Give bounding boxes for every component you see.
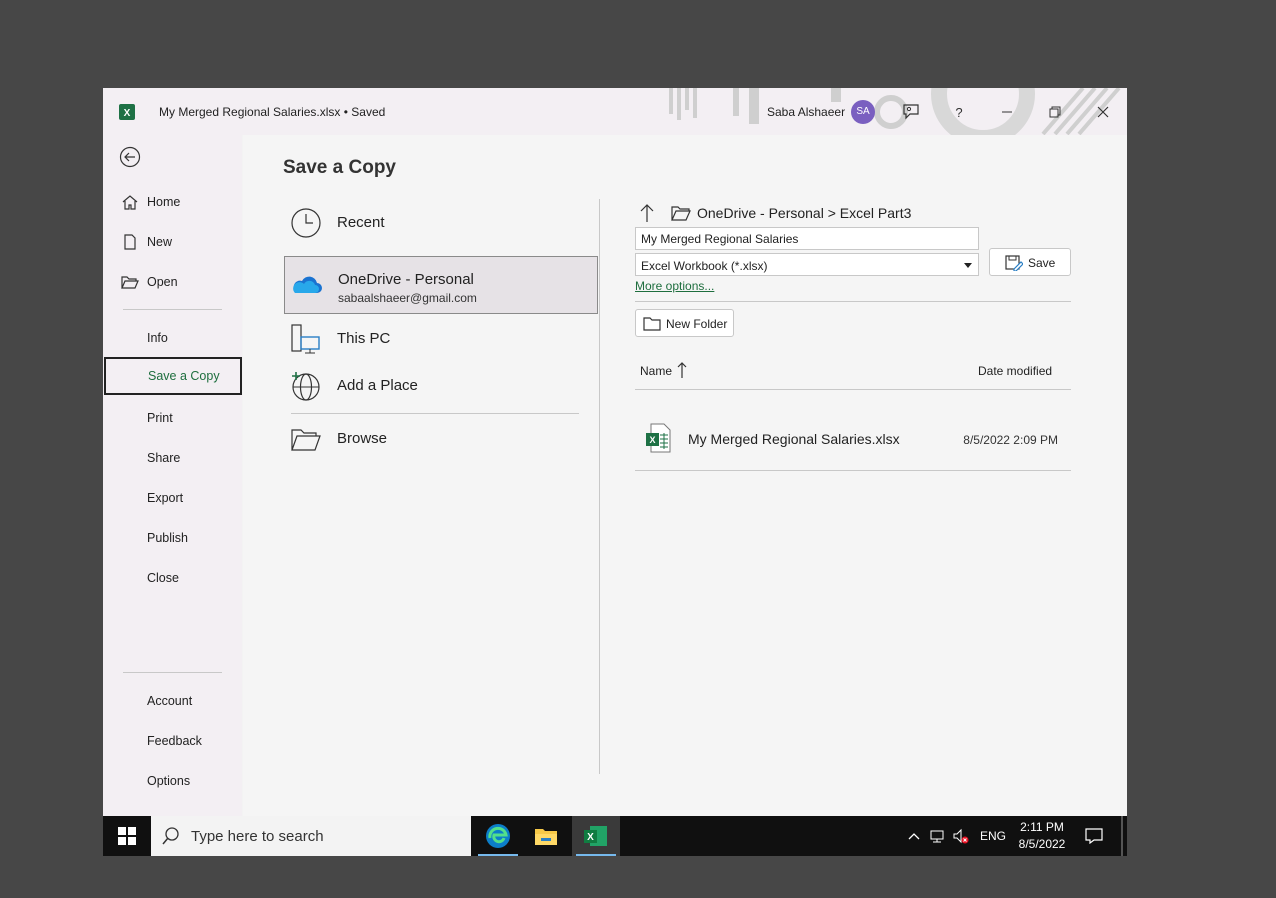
nav-publish[interactable]: Publish	[103, 519, 242, 557]
nav-home[interactable]: Home	[103, 183, 242, 221]
excel-app-icon: X	[584, 826, 607, 846]
taskbar-running-indicator	[478, 854, 518, 856]
start-button[interactable]	[103, 816, 151, 856]
browse-folder-icon	[291, 429, 321, 451]
file-explorer-icon	[535, 829, 557, 845]
nav-options[interactable]: Options	[103, 762, 242, 800]
taskbar-file-explorer[interactable]	[522, 816, 570, 856]
new-document-icon	[124, 234, 136, 250]
document-title: My Merged Regional Salaries.xlsx • Saved	[159, 105, 386, 119]
close-icon[interactable]	[1091, 100, 1115, 124]
folder-icon	[671, 206, 691, 221]
page-title: Save a Copy	[283, 157, 396, 178]
nav-divider	[123, 309, 222, 310]
nav-close[interactable]: Close	[103, 559, 242, 597]
pc-icon	[291, 324, 320, 354]
column-header-date-modified[interactable]: Date modified	[978, 364, 1052, 378]
more-options-link[interactable]: More options...	[635, 279, 714, 293]
clock-icon	[291, 208, 321, 238]
filetype-value: Excel Workbook (*.xlsx)	[641, 259, 768, 273]
onedrive-cloud-icon	[293, 276, 322, 293]
onedrive-account-email: sabaalshaeer@gmail.com	[338, 291, 477, 305]
up-arrow-icon[interactable]	[639, 203, 655, 223]
svg-text:X: X	[587, 832, 594, 843]
chevron-down-icon	[964, 263, 972, 268]
divider	[635, 301, 1071, 302]
nav-divider	[123, 672, 222, 673]
nav-account[interactable]: Account	[103, 682, 242, 720]
nav-info[interactable]: Info	[103, 319, 242, 357]
edge-browser-icon	[486, 824, 510, 848]
nav-save-a-copy[interactable]: Save a Copy	[104, 357, 242, 395]
excel-logo-icon: X	[119, 104, 135, 120]
back-arrow-icon[interactable]	[119, 146, 141, 168]
taskbar-excel[interactable]: X	[572, 816, 620, 856]
input-language[interactable]: ENG	[980, 829, 1006, 843]
file-row[interactable]: X My Merged Regional Salaries.xlsx 8/5/2…	[635, 415, 1071, 471]
divider	[635, 389, 1071, 390]
feedback-icon[interactable]	[899, 100, 923, 124]
location-add-a-place[interactable]: Add a Place	[284, 358, 598, 416]
windows-taskbar: Type here to search X ENG 2:11 PM 8/5/20…	[103, 816, 1127, 856]
location-onedrive[interactable]: OneDrive - Personal sabaalshaeer@gmail.c…	[284, 256, 598, 314]
nav-new[interactable]: New	[103, 223, 242, 261]
windows-logo-icon	[118, 827, 136, 845]
save-button[interactable]: Save	[989, 248, 1071, 276]
excel-file-icon: X	[646, 423, 671, 453]
pane-divider	[599, 199, 600, 774]
svg-text:X: X	[649, 435, 655, 445]
file-name: My Merged Regional Salaries.xlsx	[688, 431, 900, 447]
open-folder-icon	[121, 276, 139, 289]
nav-print[interactable]: Print	[103, 399, 242, 437]
show-desktop-button[interactable]	[1121, 816, 1123, 856]
file-date-modified: 8/5/2022 2:09 PM	[963, 433, 1058, 447]
chevron-up-icon[interactable]	[906, 828, 922, 844]
title-bar: X My Merged Regional Salaries.xlsx • Sav…	[103, 88, 1127, 135]
clock-time: 2:11 PM	[1020, 820, 1064, 834]
filetype-select[interactable]: Excel Workbook (*.xlsx)	[635, 253, 979, 276]
taskbar-edge[interactable]	[474, 816, 522, 856]
save-as-icon	[1005, 255, 1023, 271]
excel-window: X My Merged Regional Salaries.xlsx • Sav…	[103, 88, 1127, 816]
backstage-nav: Home New Open Info Save a Copy Print Sha…	[103, 135, 242, 816]
user-name[interactable]: Saba Alshaeer	[767, 105, 845, 119]
help-button[interactable]: ?	[947, 100, 971, 124]
volume-muted-icon[interactable]	[953, 828, 969, 844]
location-browse[interactable]: Browse	[284, 411, 598, 469]
new-folder-button[interactable]: New Folder	[635, 309, 734, 337]
restore-icon[interactable]	[1043, 100, 1067, 124]
globe-add-icon	[292, 372, 320, 401]
filename-input[interactable]	[635, 227, 979, 250]
save-copy-page: Save a Copy Recent OneDrive - Personal s…	[243, 135, 1127, 816]
nav-export[interactable]: Export	[103, 479, 242, 517]
network-icon[interactable]	[929, 828, 945, 844]
taskbar-search-box[interactable]: Type here to search	[151, 816, 471, 856]
nav-feedback[interactable]: Feedback	[103, 722, 242, 760]
search-placeholder: Type here to search	[191, 828, 324, 845]
column-header-name[interactable]: Name	[640, 364, 672, 378]
taskbar-running-indicator	[576, 854, 616, 856]
nav-open[interactable]: Open	[103, 263, 242, 301]
nav-share[interactable]: Share	[103, 439, 242, 477]
notification-center-icon[interactable]	[1085, 828, 1103, 844]
user-avatar[interactable]: SA	[851, 100, 875, 124]
location-recent[interactable]: Recent	[284, 195, 598, 253]
minimize-icon[interactable]	[995, 100, 1019, 124]
home-icon	[122, 195, 138, 210]
svg-text:X: X	[124, 108, 131, 119]
search-icon	[162, 827, 179, 845]
taskbar-clock[interactable]: 2:11 PM 8/5/2022	[1013, 819, 1071, 853]
new-folder-icon	[643, 317, 661, 331]
sort-ascending-icon[interactable]	[677, 361, 687, 379]
clock-date: 8/5/2022	[1018, 837, 1066, 851]
current-path-breadcrumb[interactable]: OneDrive - Personal > Excel Part3	[697, 205, 911, 221]
